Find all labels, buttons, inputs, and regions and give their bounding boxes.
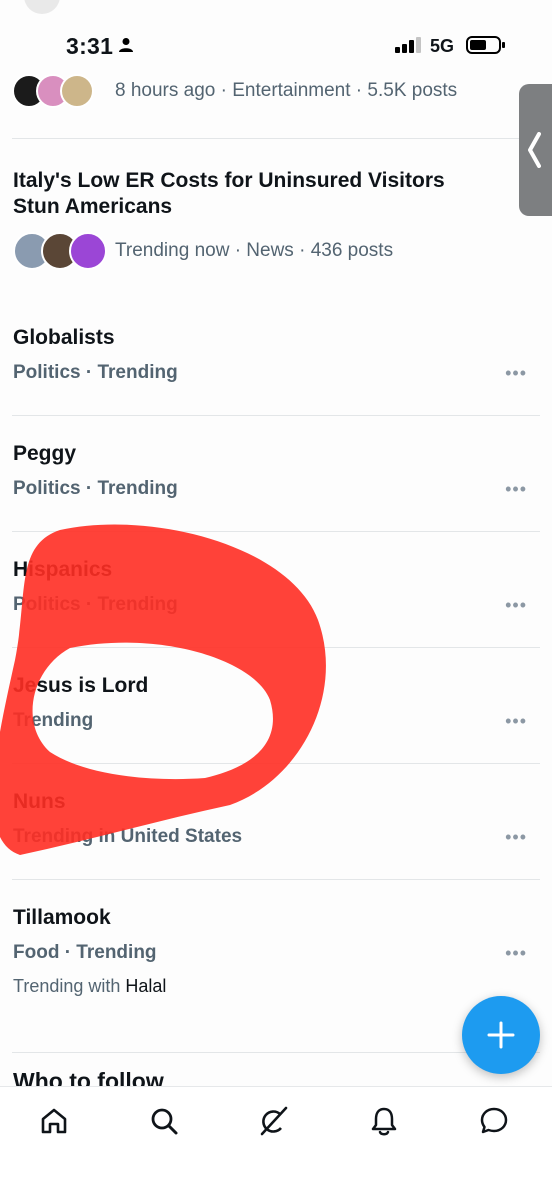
who-to-follow-heading: Who to follow: [13, 1068, 164, 1086]
battery-icon: [466, 36, 505, 54]
divider: [12, 1052, 540, 1053]
network-label: 5G: [430, 36, 455, 56]
compose-button[interactable]: [462, 996, 540, 1074]
more-icon[interactable]: •••: [505, 828, 527, 846]
more-icon[interactable]: •••: [505, 944, 527, 962]
status-time: 3:31: [66, 33, 114, 59]
signal-icon: [395, 37, 421, 53]
trend-title: Globalists: [13, 326, 115, 349]
trending-with-term[interactable]: Halal: [125, 976, 166, 996]
trending-with: Trending with Halal: [13, 976, 166, 997]
trend-title: Hispanics: [13, 558, 113, 581]
messages-icon[interactable]: [478, 1105, 510, 1137]
trend-subtitle: Politics · Trending: [13, 478, 178, 499]
camera-dot: [24, 0, 60, 14]
more-icon[interactable]: •••: [505, 712, 527, 730]
more-icon[interactable]: •••: [505, 596, 527, 614]
partial-trend-item[interactable]: 8 hours ago · Entertainment · 5.5K posts: [12, 72, 542, 112]
avatar-stack: [13, 232, 107, 270]
trend-title: Nuns: [13, 790, 66, 813]
trend-item[interactable]: Globalists Politics · Trending •••: [0, 312, 552, 428]
trend-meta: 8 hours ago · Entertainment · 5.5K posts: [115, 80, 458, 101]
trend-subtitle: Trending in United States: [13, 826, 243, 847]
trend-item[interactable]: Jesus is Lord Trending •••: [0, 660, 552, 776]
trend-item[interactable]: Peggy Politics · Trending •••: [0, 428, 552, 544]
trend-subtitle: Food · Trending: [13, 942, 157, 963]
more-icon[interactable]: •••: [505, 364, 527, 382]
plus-icon: [487, 1021, 515, 1049]
trend-subtitle: Trending: [13, 710, 94, 731]
grok-icon[interactable]: [258, 1105, 290, 1137]
search-icon[interactable]: [148, 1105, 180, 1137]
divider: [12, 647, 540, 648]
notifications-icon[interactable]: [368, 1105, 400, 1137]
trend-title: Tillamook: [13, 906, 111, 929]
divider: [12, 879, 540, 880]
news-meta: Trending now · News · 436 posts: [115, 240, 394, 261]
home-icon[interactable]: [38, 1105, 70, 1137]
trend-item[interactable]: Hispanics Politics · Trending •••: [0, 544, 552, 660]
trend-title: Jesus is Lord: [13, 674, 149, 697]
trending-with-prefix: Trending with: [13, 976, 121, 996]
divider: [12, 415, 540, 416]
trend-title: Peggy: [13, 442, 77, 465]
status-bar: 3:31 5G: [0, 0, 552, 80]
bottom-tab-bar: [0, 1086, 552, 1201]
avatar-stack: [12, 74, 94, 108]
trend-item[interactable]: Nuns Trending in United States •••: [0, 776, 552, 892]
side-panel-handle[interactable]: [519, 84, 552, 216]
divider: [12, 531, 540, 532]
more-icon[interactable]: •••: [505, 480, 527, 498]
trend-subtitle: Politics · Trending: [13, 594, 178, 615]
avatar: [60, 74, 94, 108]
divider: [12, 138, 540, 139]
person-icon: [119, 38, 133, 52]
news-title: Italy's Low ER Costs for Uninsured Visit…: [13, 169, 445, 218]
trend-item[interactable]: Tillamook Food · Trending Trending with …: [0, 892, 552, 1022]
chevron-left-icon: [528, 132, 541, 168]
avatar: [69, 232, 107, 270]
trend-subtitle: Politics · Trending: [13, 362, 178, 383]
divider: [12, 763, 540, 764]
